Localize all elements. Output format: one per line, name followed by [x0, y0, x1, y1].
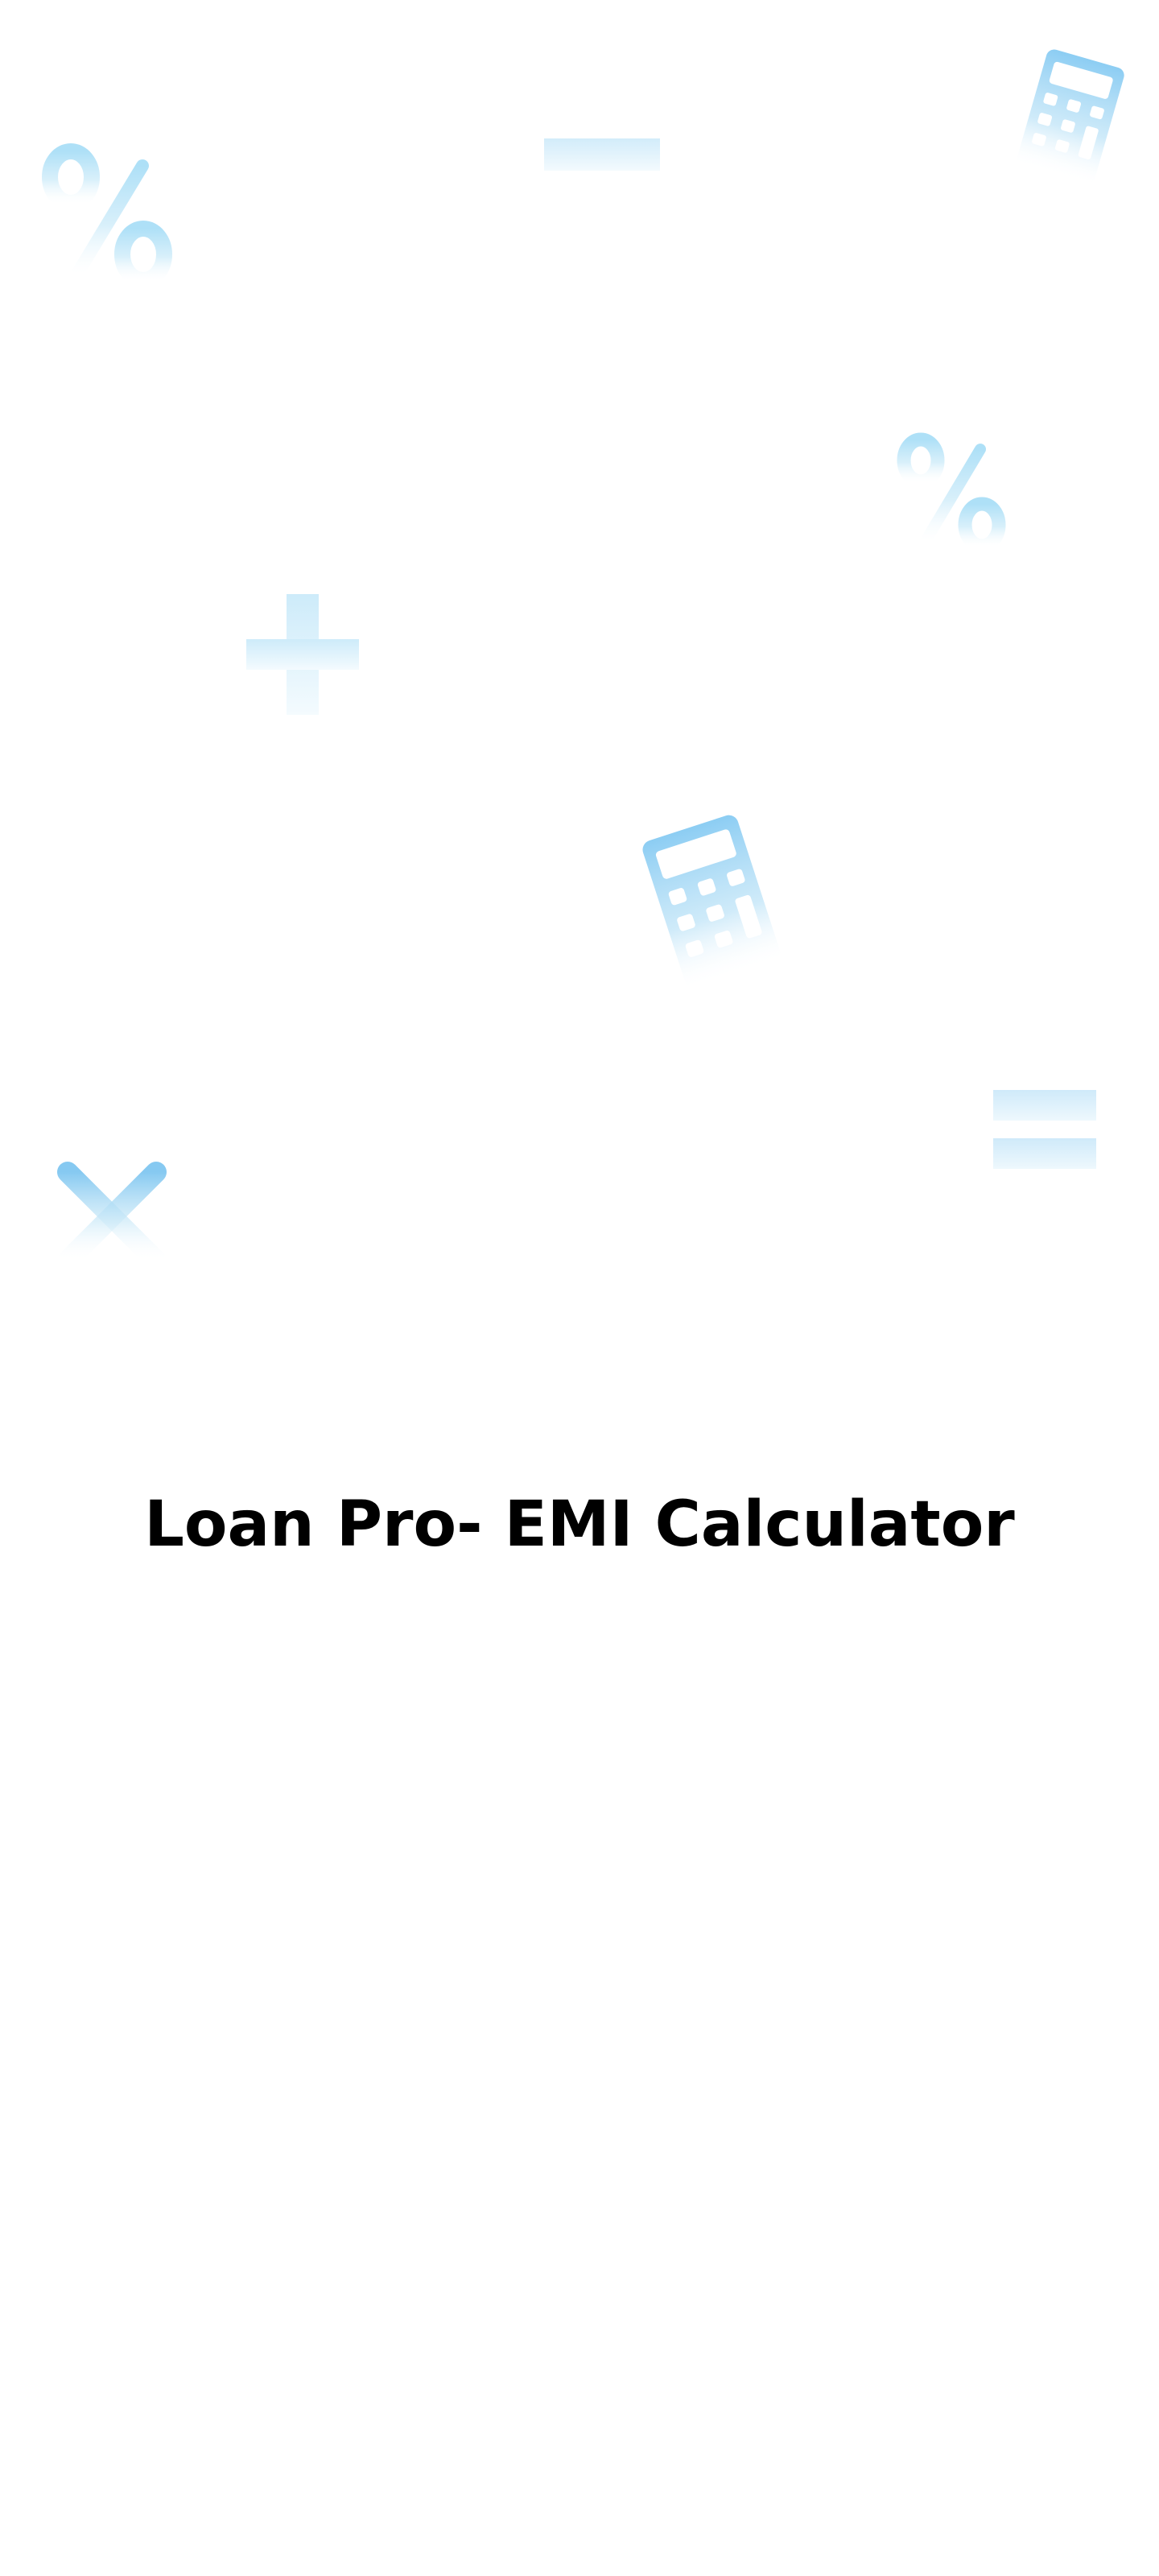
app-title: Loan Pro- EMI Calculator: [144, 1488, 1015, 1561]
splash-screen: Loan Pro- EMI Calculator: [0, 0, 1159, 2576]
percent-icon: [897, 431, 1009, 560]
equals-icon: [993, 1090, 1096, 1169]
percent-icon: [42, 143, 179, 296]
calculator-icon: [1008, 47, 1133, 188]
plus-icon: [246, 594, 359, 715]
minus-icon: [544, 138, 660, 171]
multiply-icon: [52, 1156, 172, 1277]
calculator-icon: [633, 813, 790, 990]
